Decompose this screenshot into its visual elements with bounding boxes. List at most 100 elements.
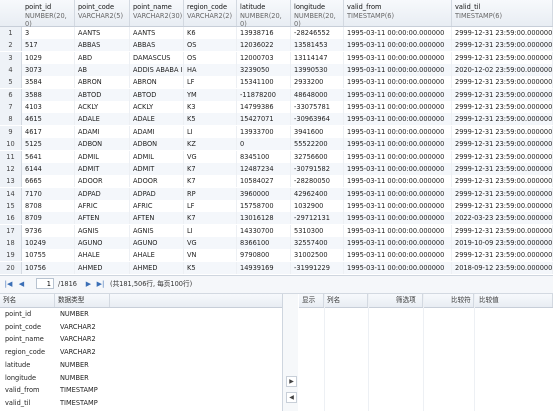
cell-point-name[interactable]: AFRIC bbox=[130, 199, 184, 212]
cell-valid-til[interactable]: 2999-12-31 23:59:00.000000 bbox=[452, 150, 553, 163]
cell-region-code[interactable]: OS bbox=[184, 51, 237, 64]
cell-longitude[interactable]: -30791582 bbox=[291, 162, 344, 175]
cell-valid-til[interactable]: 2999-12-31 23:59:00.000000 bbox=[452, 138, 553, 151]
cell-point-name[interactable]: ADMIL bbox=[130, 150, 184, 163]
cell-point-name[interactable]: ADDIS ABABA I... bbox=[130, 64, 184, 77]
cell-longitude[interactable]: -28246552 bbox=[291, 27, 344, 39]
cell-valid-from[interactable]: 1995-03-11 00:00:00.000000 bbox=[344, 162, 452, 175]
cell-latitude[interactable]: 15427071 bbox=[237, 113, 291, 126]
cell-latitude[interactable]: 0 bbox=[237, 138, 291, 151]
filter-header-column[interactable]: 列名 bbox=[324, 294, 368, 307]
cell-valid-from[interactable]: 1995-03-11 00:00:00.000000 bbox=[344, 39, 452, 52]
cell-region-code[interactable]: LI bbox=[184, 125, 237, 138]
cell-region-code[interactable]: LF bbox=[184, 199, 237, 212]
table-row[interactable]: 13 6665 ADOOR ADOOR K7 10584027 -28280050 1995-… bbox=[0, 175, 553, 188]
cell-point-id[interactable]: 6144 bbox=[22, 162, 75, 175]
cell-point-code[interactable]: ABD bbox=[75, 51, 130, 64]
cell-valid-from[interactable]: 1995-03-11 00:00:00.000000 bbox=[344, 187, 452, 200]
cell-valid-from[interactable]: 1995-03-11 00:00:00.000000 bbox=[344, 212, 452, 225]
cell-valid-til[interactable]: 2999-12-31 23:59:00.000000 bbox=[452, 39, 553, 52]
cell-valid-til[interactable]: 2999-12-31 23:59:00.000000 bbox=[452, 199, 553, 212]
list-item[interactable]: point_code VARCHAR2 bbox=[0, 321, 282, 333]
cell-longitude[interactable]: 13581453 bbox=[291, 39, 344, 52]
cell-latitude[interactable]: 15341100 bbox=[237, 76, 291, 89]
cell-valid-til[interactable]: 2019-10-09 23:59:00.000000 bbox=[452, 236, 553, 249]
cell-latitude[interactable]: 12036022 bbox=[237, 39, 291, 52]
prev-page-icon[interactable]: ◀ bbox=[17, 279, 26, 289]
column-header-latitude[interactable]: latitude NUMBER(20, 0) bbox=[237, 0, 291, 28]
panel-splitter[interactable]: ▶ ◀ bbox=[283, 294, 298, 411]
cell-latitude[interactable]: 14799386 bbox=[237, 101, 291, 114]
cell-longitude[interactable]: 13114147 bbox=[291, 51, 344, 64]
first-page-icon[interactable]: |◀ bbox=[4, 279, 13, 289]
cell-point-name[interactable]: ADPAD bbox=[130, 187, 184, 200]
table-row[interactable]: 4 3073 AB ADDIS ABABA I... HA 3239050 13990530… bbox=[0, 64, 553, 77]
cell-valid-from[interactable]: 1995-03-11 00:00:00.000000 bbox=[344, 51, 452, 64]
table-row[interactable]: 10 5125 ADBON ADBON KZ 0 55522200 1995-03-11 00… bbox=[0, 138, 553, 151]
cell-point-code[interactable]: AHMED bbox=[75, 261, 130, 274]
cell-point-id[interactable]: 9736 bbox=[22, 224, 75, 237]
cell-valid-from[interactable]: 1995-03-11 00:00:00.000000 bbox=[344, 261, 452, 274]
cell-longitude[interactable]: -31991229 bbox=[291, 261, 344, 274]
cell-valid-til[interactable]: 2999-12-31 23:59:00.000000 bbox=[452, 113, 553, 126]
cell-valid-from[interactable]: 1995-03-11 00:00:00.000000 bbox=[344, 88, 452, 101]
cell-point-id[interactable]: 3 bbox=[22, 27, 75, 39]
cell-point-name[interactable]: ADMIT bbox=[130, 162, 184, 175]
cell-longitude[interactable]: 1032900 bbox=[291, 199, 344, 212]
cell-point-code[interactable]: ABTOD bbox=[75, 88, 130, 101]
cell-valid-til[interactable]: 2999-12-31 23:59:00.000000 bbox=[452, 27, 553, 39]
list-item[interactable]: longitude NUMBER bbox=[0, 372, 282, 384]
cell-longitude[interactable]: 13990530 bbox=[291, 64, 344, 77]
cell-valid-til[interactable]: 2999-12-31 23:59:00.000000 bbox=[452, 101, 553, 114]
cell-point-name[interactable]: ACKLY bbox=[130, 101, 184, 114]
cell-region-code[interactable]: K7 bbox=[184, 162, 237, 175]
table-row[interactable]: 20 10756 AHMED AHMED K5 14939169 -31991229 1995… bbox=[0, 261, 553, 274]
last-page-icon[interactable]: ▶| bbox=[96, 279, 105, 289]
move-left-icon[interactable]: ◀ bbox=[286, 392, 297, 403]
table-row[interactable]: 11 5641 ADMIL ADMIL VG 8345100 32756600 1995-03… bbox=[0, 150, 553, 163]
cell-valid-til[interactable]: 2999-12-31 23:59:00.000000 bbox=[452, 162, 553, 175]
cell-point-code[interactable]: ABRON bbox=[75, 76, 130, 89]
cell-point-code[interactable]: ABBAS bbox=[75, 39, 130, 52]
cell-region-code[interactable]: K5 bbox=[184, 113, 237, 126]
filter-header-value[interactable]: 比较值 bbox=[474, 294, 553, 307]
cell-latitude[interactable]: -11878200 bbox=[237, 88, 291, 101]
cell-point-id[interactable]: 4615 bbox=[22, 113, 75, 126]
table-row[interactable]: 1 3 AANTS AANTS K6 13938716 -28246552 1995-03-1… bbox=[0, 27, 553, 39]
cell-valid-from[interactable]: 1995-03-11 00:00:00.000000 bbox=[344, 224, 452, 237]
cell-point-name[interactable]: AFTEN bbox=[130, 212, 184, 225]
table-row[interactable]: 8 4615 ADALE ADALE K5 15427071 -30963964 1995-0… bbox=[0, 113, 553, 126]
cell-point-code[interactable]: ADMIL bbox=[75, 150, 130, 163]
cell-point-id[interactable]: 8708 bbox=[22, 199, 75, 212]
filter-header-operator[interactable]: 比较符 bbox=[423, 294, 474, 307]
cell-longitude[interactable]: 31002500 bbox=[291, 249, 344, 262]
table-row[interactable]: 5 3584 ABRON ABRON LF 15341100 2933200 1995-03-… bbox=[0, 76, 553, 89]
cell-region-code[interactable]: LI bbox=[184, 224, 237, 237]
cell-longitude[interactable]: -33075781 bbox=[291, 101, 344, 114]
cell-point-id[interactable]: 5125 bbox=[22, 138, 75, 151]
cell-region-code[interactable]: K6 bbox=[184, 27, 237, 39]
result-grid[interactable]: point_id NUMBER(20, 0) point_code VARCHAR2(… bbox=[0, 0, 553, 276]
cell-longitude[interactable]: 42962400 bbox=[291, 187, 344, 200]
cell-latitude[interactable]: 13933700 bbox=[237, 125, 291, 138]
cell-point-name[interactable]: ADOOR bbox=[130, 175, 184, 188]
table-row[interactable]: 18 10249 AGUNO AGUNO VG 8366100 32557400 1995-0… bbox=[0, 236, 553, 249]
cell-point-code[interactable]: AGNIS bbox=[75, 224, 130, 237]
table-row[interactable]: 16 8709 AFTEN AFTEN K7 13016128 -29712131 1995-… bbox=[0, 212, 553, 225]
cell-valid-from[interactable]: 1995-03-11 00:00:00.000000 bbox=[344, 138, 452, 151]
cell-valid-til[interactable]: 2999-12-31 23:59:00.000000 bbox=[452, 187, 553, 200]
cell-point-code[interactable]: ADMIT bbox=[75, 162, 130, 175]
cell-point-name[interactable]: AGNIS bbox=[130, 224, 184, 237]
cell-longitude[interactable]: -29712131 bbox=[291, 212, 344, 225]
cell-latitude[interactable]: 14330700 bbox=[237, 224, 291, 237]
cell-point-code[interactable]: AFTEN bbox=[75, 212, 130, 225]
cell-longitude[interactable]: 32756600 bbox=[291, 150, 344, 163]
table-row[interactable]: 7 4103 ACKLY ACKLY K3 14799386 -33075781 1995-0… bbox=[0, 101, 553, 114]
cell-point-code[interactable]: ADALE bbox=[75, 113, 130, 126]
cell-point-name[interactable]: ADALE bbox=[130, 113, 184, 126]
next-page-icon[interactable]: ▶ bbox=[84, 279, 93, 289]
cell-point-name[interactable]: ADBON bbox=[130, 138, 184, 151]
cell-region-code[interactable]: KZ bbox=[184, 138, 237, 151]
table-row[interactable]: 15 8708 AFRIC AFRIC LF 15758700 1032900 1995-03… bbox=[0, 199, 553, 212]
cell-point-id[interactable]: 3073 bbox=[22, 64, 75, 77]
